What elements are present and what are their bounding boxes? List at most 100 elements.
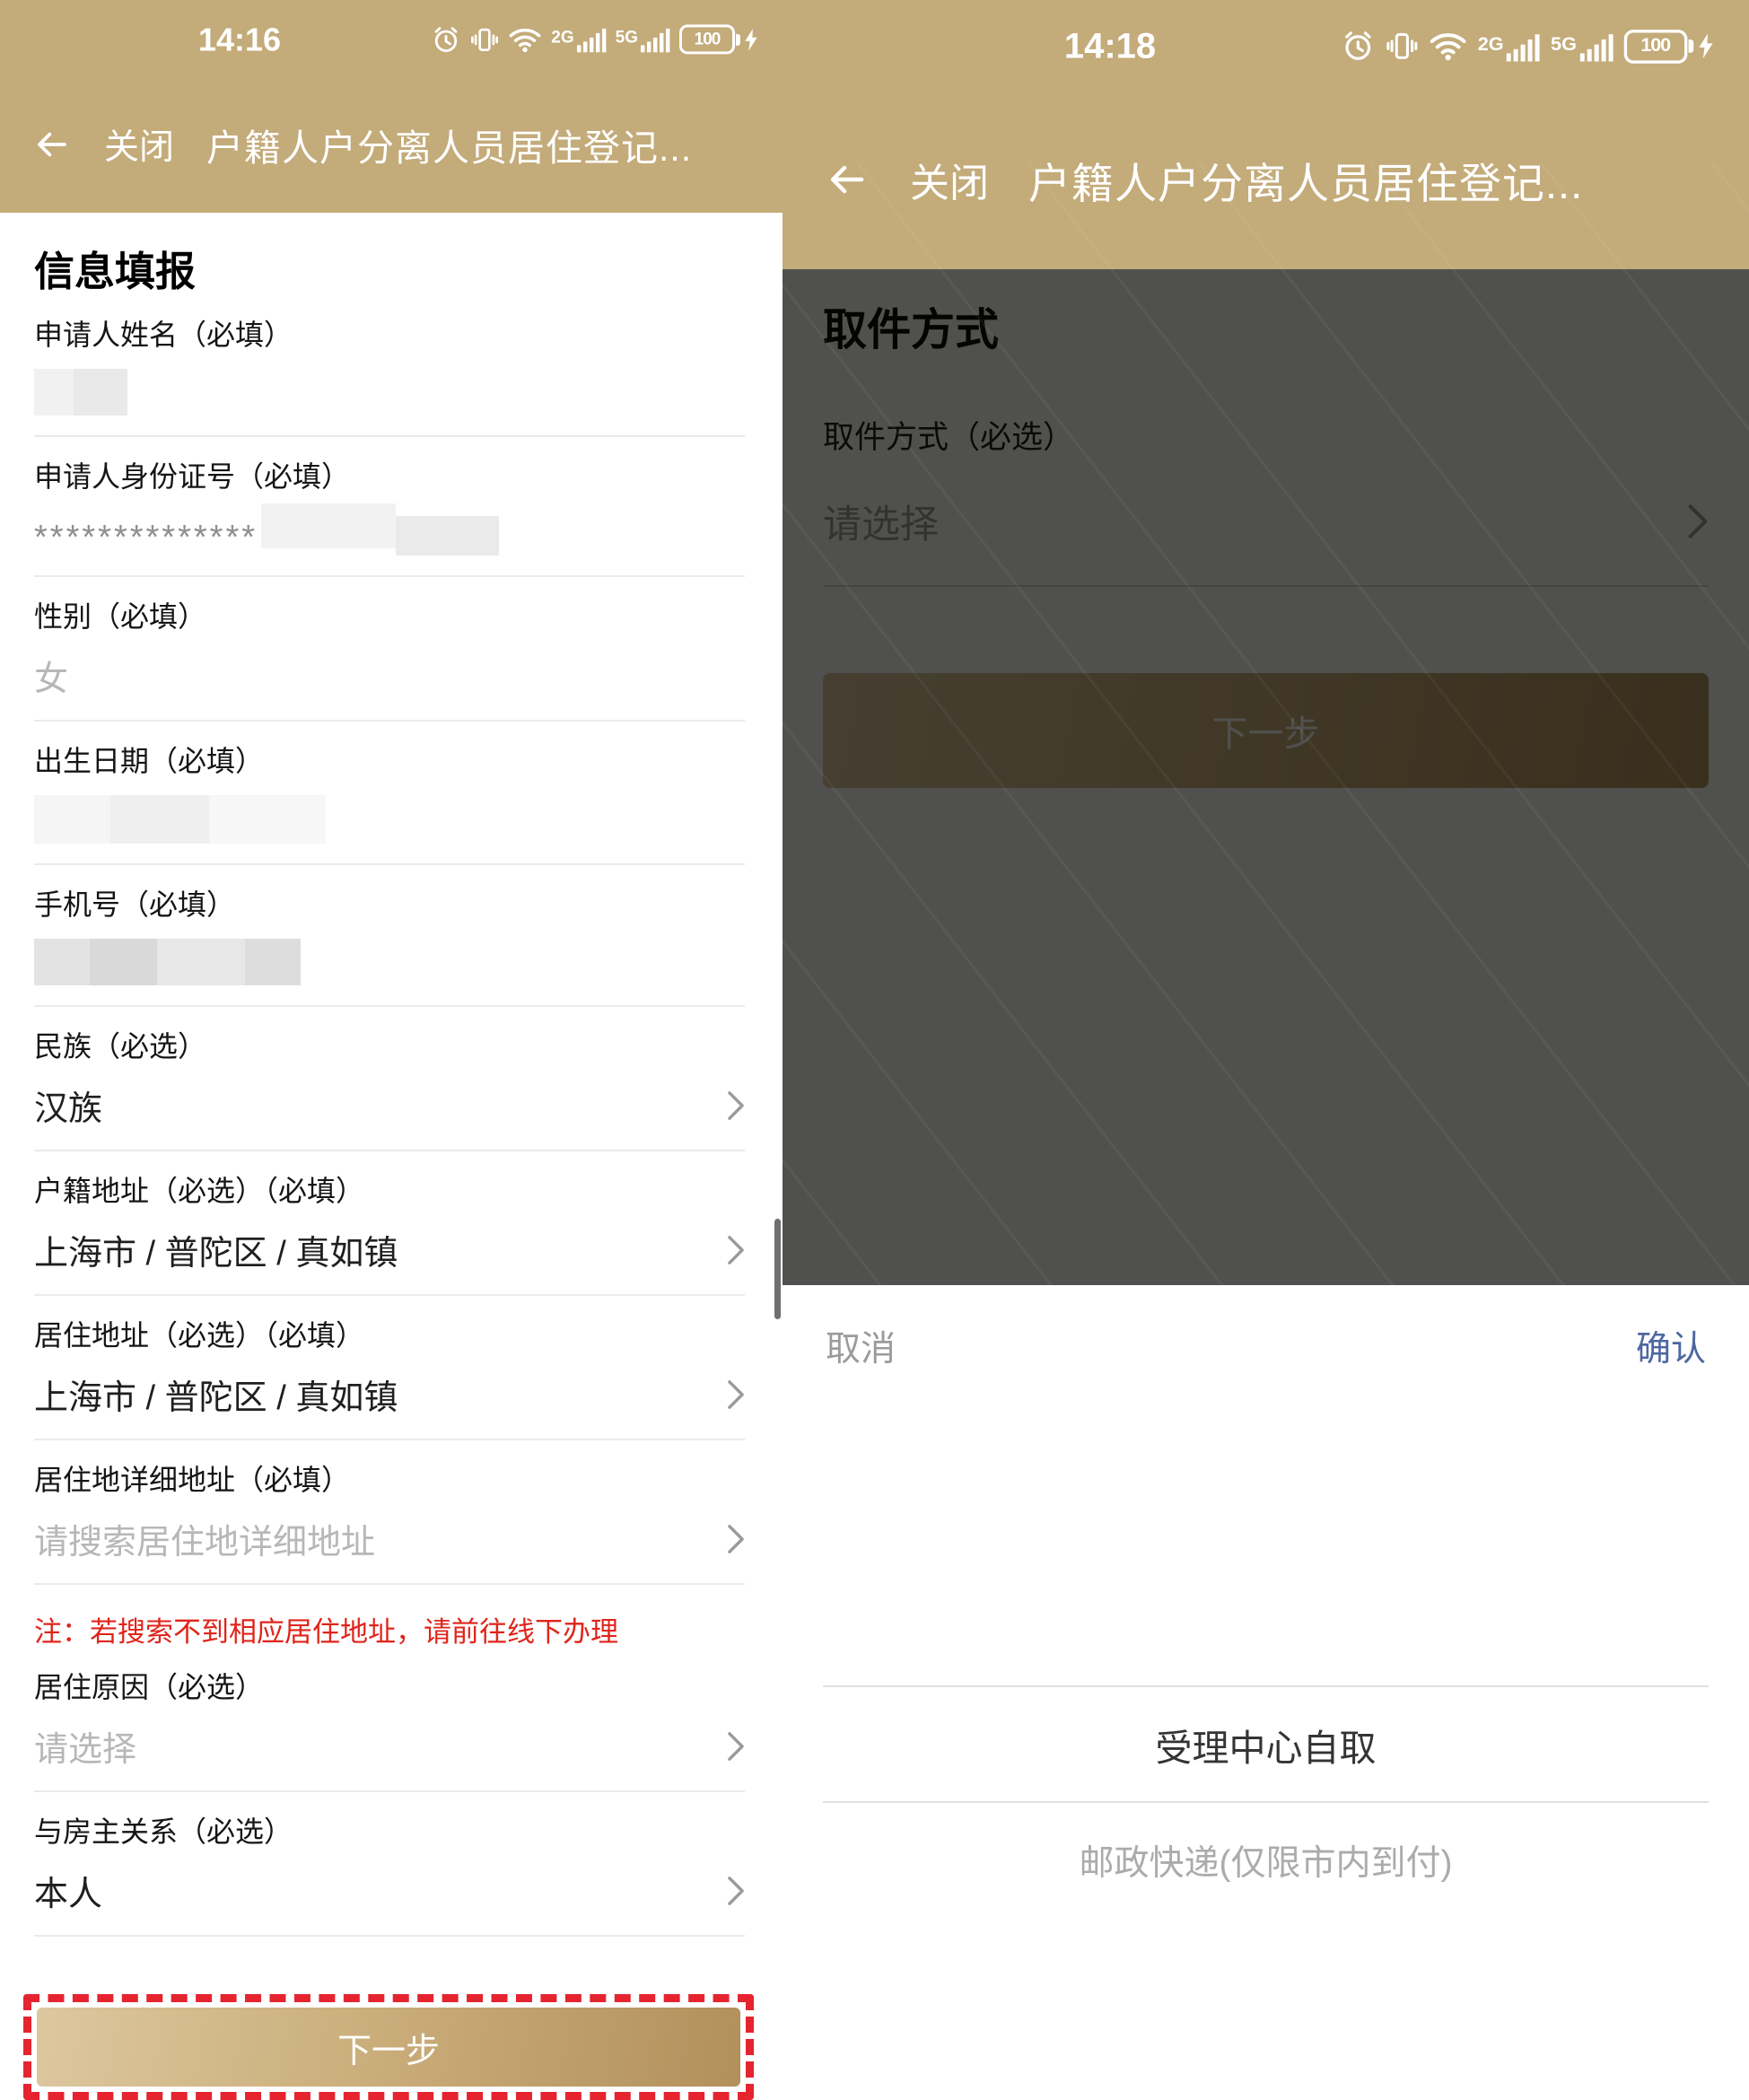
field-applicant-name: 申请人姓名（必填） xyxy=(34,295,745,437)
clock-time: 14:16 xyxy=(197,21,282,58)
battery-level: 100 xyxy=(694,29,721,48)
page-title: 户籍人户分离人员居住登记... xyxy=(206,127,693,169)
field-label: 居住原因（必选） xyxy=(34,1671,265,1703)
field-label: 手机号（必填） xyxy=(34,888,236,921)
phone-input[interactable] xyxy=(34,939,745,985)
next-step-button[interactable]: 下一步 xyxy=(37,2008,740,2087)
clock-time: 14:18 xyxy=(1063,26,1157,66)
network-5g-label: 5G xyxy=(1551,33,1578,56)
right-screen: 14:18 2G 5G 100 关闭 户籍人户分离人员居住登记... xyxy=(783,0,1749,2100)
signal-5g-icon: 5G xyxy=(1551,31,1613,61)
signal-bars-icon xyxy=(1579,33,1613,61)
picker-options: 受理中心自取 邮政快递(仅限市内到付) xyxy=(823,1685,1709,1918)
status-icons: 2G 5G 100 xyxy=(431,24,758,55)
wifi-icon xyxy=(509,28,541,52)
chevron-right-icon xyxy=(728,1090,744,1120)
picker-option[interactable]: 邮政快递(仅限市内到付) xyxy=(823,1803,1709,1918)
network-2g-label: 2G xyxy=(1477,33,1504,56)
signal-bars-icon xyxy=(576,28,607,53)
field-detailed-address: 居住地详细地址（必填） 请搜索居住地详细地址 xyxy=(34,1440,745,1585)
chevron-right-icon xyxy=(728,1524,744,1553)
field-id-number: 申请人身份证号（必填） ************** xyxy=(34,437,745,577)
field-owner-relationship: 与房主关系（必选） 本人 xyxy=(34,1792,745,1937)
field-label: 居住地址（必选）（必填） xyxy=(34,1319,365,1352)
field-birth-date: 出生日期（必填） xyxy=(34,722,745,865)
picker-actions: 取消 确认 xyxy=(783,1285,1749,1371)
modal-scrim[interactable] xyxy=(783,161,1749,1394)
network-2g-label: 2G xyxy=(551,28,574,48)
close-button[interactable]: 关闭 xyxy=(104,119,174,170)
signal-2g-icon: 2G xyxy=(1478,31,1541,61)
field-registered-address: 户籍地址（必选）（必填） 上海市 / 普陀区 / 真如镇 xyxy=(34,1151,745,1296)
redacted-value xyxy=(34,795,326,844)
registered-address-select[interactable]: 上海市 / 普陀区 / 真如镇 xyxy=(34,1225,745,1274)
name-input[interactable] xyxy=(34,369,745,416)
vibrate-icon xyxy=(471,28,499,51)
highlight-dashed-box: 下一步 xyxy=(23,1994,754,2100)
offline-note: 注：若搜索不到相应居住地址，请前往线下办理 xyxy=(34,1616,618,1648)
residence-reason-placeholder: 请选择 xyxy=(34,1731,137,1769)
watermark-pattern xyxy=(783,161,1749,1394)
ethnicity-select[interactable]: 汉族 xyxy=(34,1081,745,1130)
picker-bottom-sheet: 取消 确认 受理中心自取 邮政快递(仅限市内到付) xyxy=(783,1285,1749,2100)
alarm-clock-icon xyxy=(434,26,458,52)
redacted-value xyxy=(34,939,301,985)
signal-bars-icon xyxy=(641,28,670,53)
masked-id-value: ************** xyxy=(34,518,258,556)
field-label: 居住地详细地址（必填） xyxy=(34,1464,351,1496)
id-number-input[interactable]: ************** xyxy=(34,503,745,556)
signal-2g-icon: 2G xyxy=(551,26,607,53)
stitched-screenshots: 14:16 2G 5G 100 关闭 户籍人户分离人员居住登记... 信息填报 … xyxy=(0,0,1749,2100)
redacted-value xyxy=(261,503,500,556)
redacted-value xyxy=(34,369,127,416)
owner-relationship-value: 本人 xyxy=(34,1876,103,1913)
scrollbar-thumb[interactable] xyxy=(774,1219,781,1319)
chevron-right-icon xyxy=(728,1379,744,1409)
residence-address-value: 上海市 / 普陀区 / 真如镇 xyxy=(34,1379,398,1417)
picker-cancel-button[interactable]: 取消 xyxy=(826,1321,896,1371)
charging-bolt-icon xyxy=(1699,33,1713,59)
field-label: 民族（必选） xyxy=(34,1030,207,1063)
back-arrow-icon[interactable] xyxy=(31,127,72,162)
birth-date-input[interactable] xyxy=(34,795,745,844)
field-residence-address: 居住地址（必选）（必填） 上海市 / 普陀区 / 真如镇 xyxy=(34,1296,745,1440)
field-label: 申请人姓名（必填） xyxy=(34,319,293,351)
field-label: 性别（必填） xyxy=(34,600,207,633)
field-label: 出生日期（必填） xyxy=(34,745,265,777)
owner-relationship-select[interactable]: 本人 xyxy=(34,1866,745,1915)
residence-reason-select[interactable]: 请选择 xyxy=(34,1721,745,1771)
form-content: 信息填报 申请人姓名（必填） 申请人身份证号（必填） *************… xyxy=(0,249,783,2100)
detailed-address-placeholder: 请搜索居住地详细地址 xyxy=(34,1524,376,1562)
status-bar: 14:18 2G 5G 100 xyxy=(783,0,1749,90)
status-bar: 14:16 2G 5G 100 xyxy=(0,0,783,76)
gender-value: 女 xyxy=(34,661,69,698)
chevron-right-icon xyxy=(728,1235,744,1264)
registered-address-value: 上海市 / 普陀区 / 真如镇 xyxy=(34,1235,398,1273)
signal-bars-icon xyxy=(1507,33,1541,61)
field-residence-reason: 居住原因（必选） 请选择 xyxy=(34,1653,745,1792)
wifi-icon xyxy=(1430,33,1466,61)
residence-address-select[interactable]: 上海市 / 普陀区 / 真如镇 xyxy=(34,1369,745,1419)
left-screen: 14:16 2G 5G 100 关闭 户籍人户分离人员居住登记... 信息填报 … xyxy=(0,0,783,2100)
charging-bolt-icon xyxy=(745,28,757,51)
field-ethnicity: 民族（必选） 汉族 xyxy=(34,1007,745,1151)
field-gender: 性别（必填） 女 xyxy=(34,577,745,722)
detailed-address-search[interactable]: 请搜索居住地详细地址 xyxy=(34,1514,745,1563)
field-label: 户籍地址（必选）（必填） xyxy=(34,1175,365,1207)
ethnicity-value: 汉族 xyxy=(34,1090,103,1128)
network-5g-label: 5G xyxy=(615,28,638,48)
section-title: 信息填报 xyxy=(34,249,197,294)
vibrate-icon xyxy=(1386,32,1418,59)
gender-input[interactable]: 女 xyxy=(34,651,745,700)
chevron-right-icon xyxy=(728,1876,744,1905)
field-phone: 手机号（必填） xyxy=(34,865,745,1007)
picker-option-selected[interactable]: 受理中心自取 xyxy=(823,1685,1709,1803)
battery-icon: 100 xyxy=(1623,29,1688,64)
battery-icon: 100 xyxy=(679,24,735,55)
picker-confirm-button[interactable]: 确认 xyxy=(1636,1321,1706,1371)
field-label: 与房主关系（必选） xyxy=(34,1816,293,1848)
status-icons: 2G 5G 100 xyxy=(1341,29,1714,64)
field-label: 申请人身份证号（必填） xyxy=(34,460,351,493)
chevron-right-icon xyxy=(728,1731,744,1761)
app-bar: 关闭 户籍人户分离人员居住登记... xyxy=(0,76,783,213)
